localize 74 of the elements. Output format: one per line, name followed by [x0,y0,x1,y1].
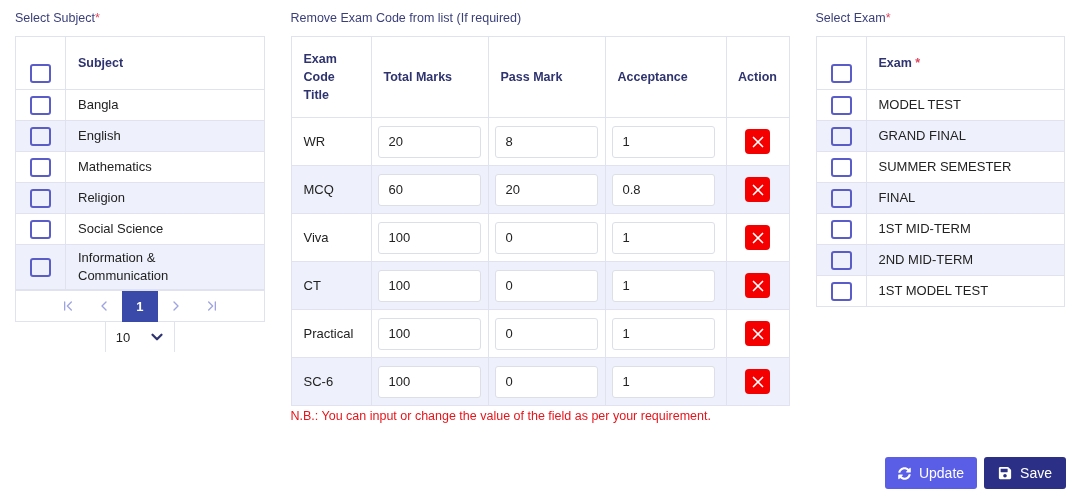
column-header: Exam * [878,55,921,72]
input-field[interactable]: 1 [611,221,715,254]
input-field[interactable]: 1 [611,317,715,350]
save-button[interactable]: Save [984,457,1066,489]
column-header: Acceptance [617,69,688,86]
input-field[interactable]: 1 [611,125,715,158]
checkbox[interactable] [830,188,852,208]
input-field[interactable]: 100 [377,365,481,398]
input-field[interactable]: 0.8 [611,173,715,206]
section-label: Remove Exam Code from list (If required) [290,10,523,27]
table-cell: Mathematics [78,158,152,176]
checkbox[interactable] [830,64,852,83]
column-header: Action [738,69,777,86]
checkbox[interactable] [830,219,852,239]
table-cell: MODEL TEST [878,96,961,114]
page-size-select[interactable]: 10 [104,322,175,352]
checkbox[interactable] [30,157,51,177]
checkbox[interactable] [30,188,51,208]
table-cell: SC-6 [303,372,334,391]
table-cell: English [78,127,121,145]
table-cell: Bangla [78,96,119,114]
checkbox[interactable] [30,219,51,239]
input-field[interactable]: 8 [494,125,598,158]
input-field[interactable]: 1 [611,269,715,302]
page-button[interactable]: 1 [121,290,158,322]
delete-button[interactable] [745,129,770,154]
checkbox[interactable] [830,281,852,301]
table-cell: MCQ [303,180,334,199]
checkbox[interactable] [30,64,51,83]
delete-button[interactable] [745,369,770,394]
column-header: Total Marks [383,69,453,86]
input-field[interactable]: 1 [611,365,715,398]
section-label: Select Subject* [15,10,101,27]
section-label: Select Exam* [815,10,892,27]
note-text: N.B.: You can input or change the value of the field as per your requirement. [290,409,712,423]
table-cell: FINAL [878,189,916,207]
input-field[interactable]: 60 [377,173,481,206]
input-field[interactable]: 20 [377,125,481,158]
checkbox[interactable] [30,126,51,146]
refresh-icon [897,466,911,480]
input-field[interactable]: 100 [377,221,481,254]
table-cell: Viva [303,228,329,247]
table-cell: 1ST MODEL TEST [878,282,989,300]
delete-button[interactable] [745,321,770,346]
input-field[interactable]: 0 [494,365,598,398]
table-cell-text: Information & Communication [78,249,170,285]
table-cell: SUMMER SEMESTER [878,158,1012,176]
input-field[interactable]: 100 [377,269,481,302]
checkbox[interactable] [830,126,852,146]
table-cell: Religion [78,189,125,207]
table-cell: Social Science [78,220,164,238]
checkbox[interactable] [830,157,852,177]
update-button[interactable]: Update [884,457,978,489]
input-field[interactable]: 0 [494,317,598,350]
checkbox[interactable] [30,95,51,115]
input-field[interactable]: 0 [494,221,598,254]
table-cell: CT [303,276,321,295]
checkbox[interactable] [830,250,852,270]
delete-button[interactable] [745,177,770,202]
table-cell: WR [303,132,326,151]
table-cell: Practical [303,324,354,343]
input-field[interactable]: 20 [494,173,598,206]
column-header: Subject [78,55,124,72]
table-cell: 2ND MID-TERM [878,251,974,269]
checkbox[interactable] [30,257,51,277]
column-header: Pass Mark [500,69,563,86]
delete-button[interactable] [745,273,770,298]
checkbox[interactable] [830,95,852,115]
input-field[interactable]: 0 [494,269,598,302]
delete-button[interactable] [745,225,770,250]
table-cell: 1ST MID-TERM [878,220,971,238]
input-field[interactable]: 100 [377,317,481,350]
table-cell: GRAND FINAL [878,127,966,145]
column-header: Exam Code Title [303,51,338,104]
